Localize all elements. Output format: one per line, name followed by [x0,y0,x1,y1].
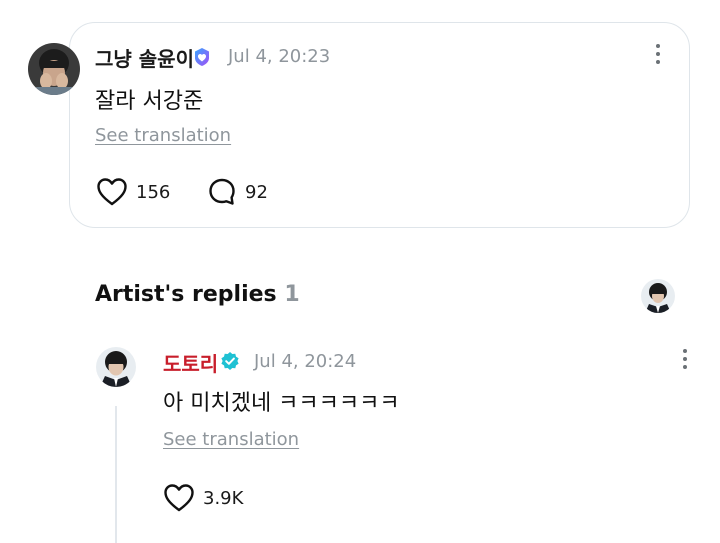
reply-like-button[interactable]: 3.9K [163,483,243,513]
artist-replies-heading: Artist's replies 1 [95,282,300,307]
heart-icon [164,484,194,512]
heart-icon [97,178,127,206]
comment-text: 잘라 서강준 [95,89,204,114]
see-translation-link[interactable]: See translation [95,125,231,146]
commenter-avatar[interactable] [28,43,80,95]
see-translation-link[interactable]: See translation [163,429,299,450]
comment-thread-page: 그냥 솔윤이 Jul 4, 20:23 잘라 서강준 See translati… [0,0,720,543]
comment-timestamp: Jul 4, 20:23 [228,46,331,67]
more-vertical-icon[interactable] [651,42,665,68]
verified-badge-icon [192,47,212,67]
reply-button[interactable]: 92 [207,177,268,207]
like-count: 156 [136,181,171,203]
more-vertical-icon[interactable] [678,347,692,373]
commenter-username[interactable]: 그냥 솔윤이 [95,43,194,72]
reply-timestamp: Jul 4, 20:24 [254,351,357,372]
artist-replies-title: Artist's replies [95,282,277,307]
reply-text: 아 미치겠네 ㅋㅋㅋㅋㅋㅋ [163,391,400,416]
artist-avatar-small[interactable] [641,279,675,313]
artist-replies-count: 1 [284,282,300,307]
reply-count: 92 [245,181,268,203]
reply-like-count: 3.9K [203,487,244,509]
artist-username[interactable]: 도토리 [163,348,218,377]
like-button[interactable]: 156 [96,177,170,207]
verified-badge-icon [220,351,240,371]
comment-bubble-icon [209,178,235,205]
artist-avatar[interactable] [96,347,136,387]
thread-line [115,406,117,543]
